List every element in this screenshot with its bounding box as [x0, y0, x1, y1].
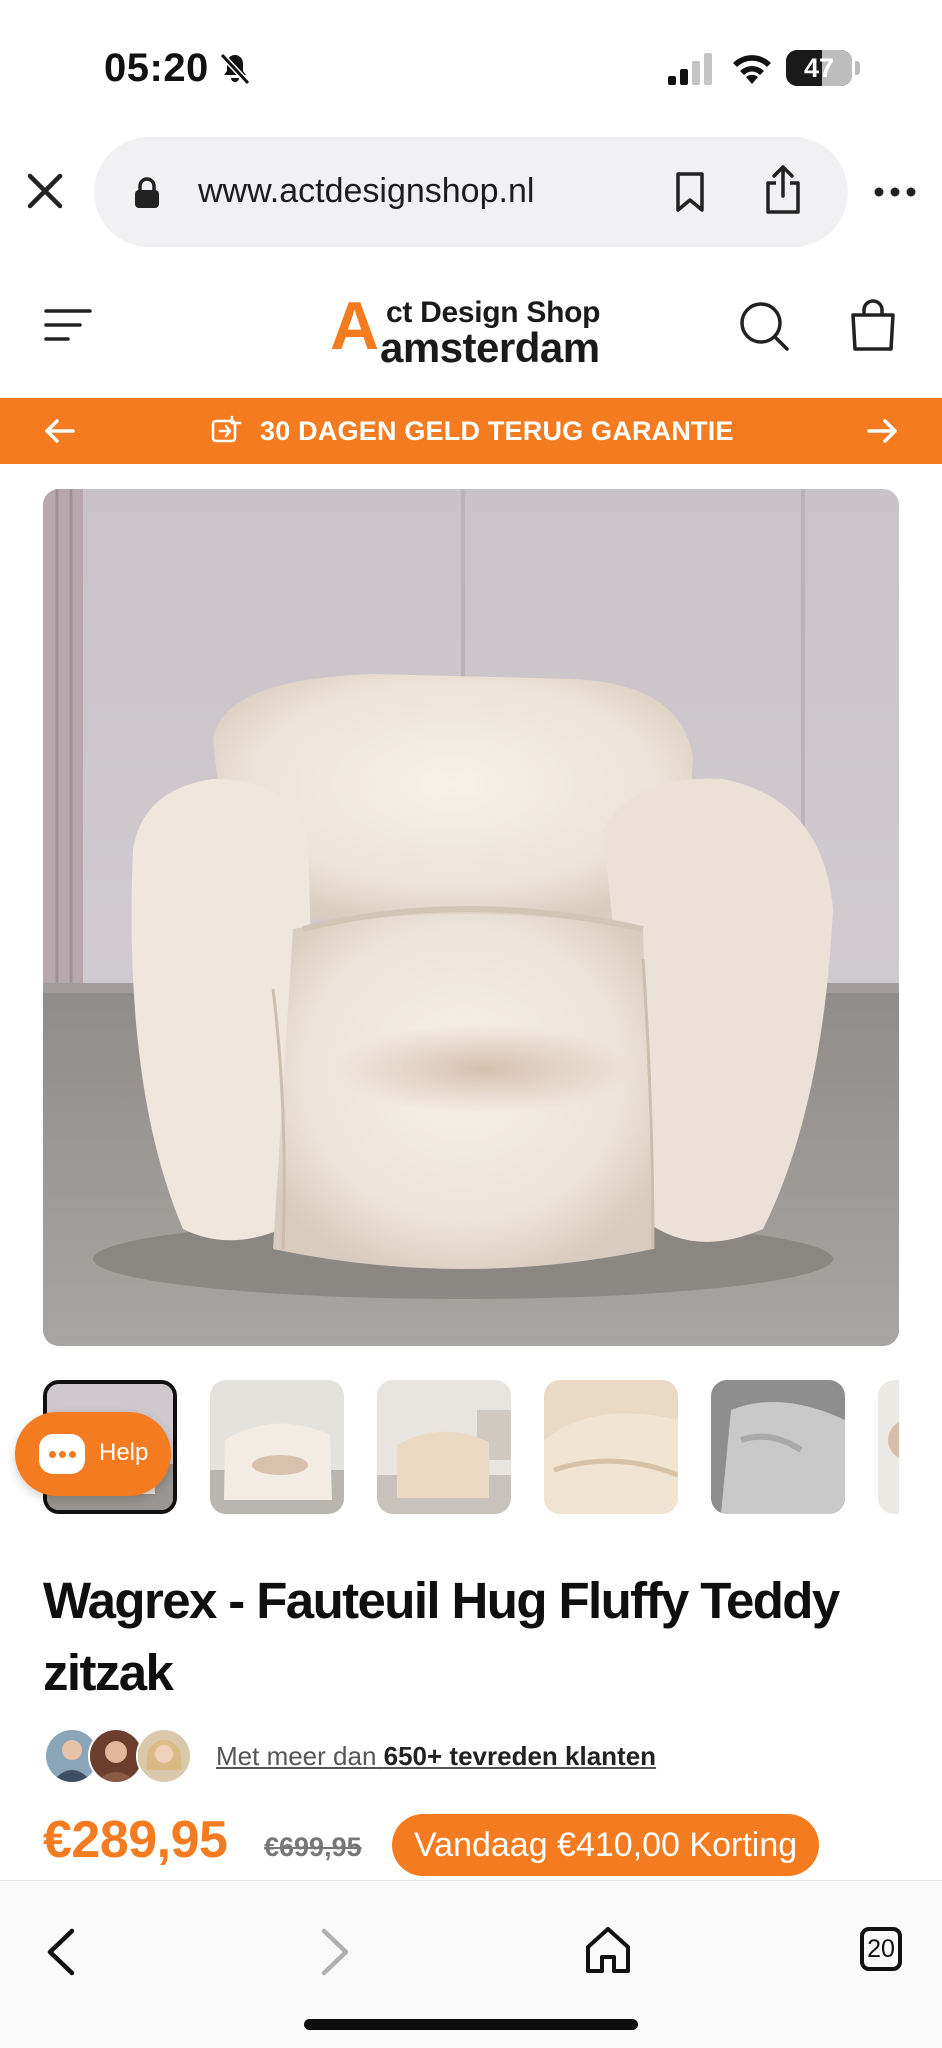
back-icon[interactable]	[42, 1927, 78, 1977]
customer-avatars	[44, 1728, 194, 1784]
share-icon[interactable]	[762, 165, 804, 215]
thumbnail-5[interactable]	[711, 1380, 845, 1514]
arrow-left-icon[interactable]	[44, 417, 76, 445]
menu-icon[interactable]	[44, 306, 92, 344]
thumbnail-3[interactable]	[377, 1380, 511, 1514]
help-button[interactable]: Help	[15, 1412, 171, 1496]
bag-icon[interactable]	[848, 298, 898, 352]
more-icon[interactable]	[872, 180, 918, 204]
help-label: Help	[99, 1439, 149, 1466]
social-proof-prefix: Met meer dan	[216, 1741, 384, 1771]
product-image[interactable]	[43, 489, 899, 1346]
avatar	[136, 1728, 192, 1784]
battery-nub	[855, 61, 860, 75]
discount-badge: Vandaag €410,00 Korting	[392, 1814, 820, 1876]
promo-text: 30 DAGEN GELD TERUG GARANTIE	[260, 415, 734, 446]
product-title: Wagrex - Fauteuil Hug Fluffy Teddy zitza…	[43, 1572, 840, 1701]
url-text[interactable]: www.actdesignshop.nl	[198, 172, 534, 211]
social-proof-link[interactable]: Met meer dan 650+ tevreden klanten	[216, 1741, 656, 1772]
social-proof-count: 650+ tevreden klanten	[383, 1741, 657, 1771]
close-icon[interactable]	[24, 170, 66, 212]
forward-icon[interactable]	[318, 1927, 354, 1977]
site-logo[interactable]: A ct Design Shop amsterdam	[328, 288, 614, 371]
thumbnail-4[interactable]	[544, 1380, 678, 1514]
logo-initial: A	[330, 288, 380, 364]
promo-banner: 30 DAGEN GELD TERUG GARANTIE	[0, 398, 942, 464]
promo-message: 30 DAGEN GELD TERUG GARANTIE	[210, 398, 734, 464]
status-bar: 05:20 47	[0, 0, 942, 135]
thumbnail-2[interactable]	[210, 1380, 344, 1514]
battery-level: 47	[803, 53, 835, 83]
arrow-right-icon[interactable]	[866, 417, 898, 445]
search-icon[interactable]	[738, 300, 790, 352]
address-bar[interactable]: www.actdesignshop.nl	[94, 137, 848, 247]
home-indicator	[304, 2019, 638, 2030]
tabs-button[interactable]: 20	[860, 1927, 902, 1971]
refund-icon	[211, 415, 242, 443]
battery-indicator: 47	[786, 50, 852, 86]
signal-icon	[668, 53, 712, 85]
lock-icon	[135, 177, 159, 208]
status-time: 05:20	[104, 46, 209, 90]
bell-slash-icon	[219, 52, 251, 86]
chat-icon	[39, 1434, 85, 1474]
thumbnail-6[interactable]	[878, 1380, 899, 1514]
bookmark-icon[interactable]	[672, 171, 708, 213]
logo-line2: amsterdam	[380, 324, 600, 371]
old-price: €699,95	[264, 1832, 362, 1862]
wifi-icon	[733, 55, 771, 84]
thumbnail-strip	[43, 1380, 899, 1514]
current-price: €289,95	[43, 1811, 228, 1869]
home-icon[interactable]	[584, 1925, 632, 1975]
